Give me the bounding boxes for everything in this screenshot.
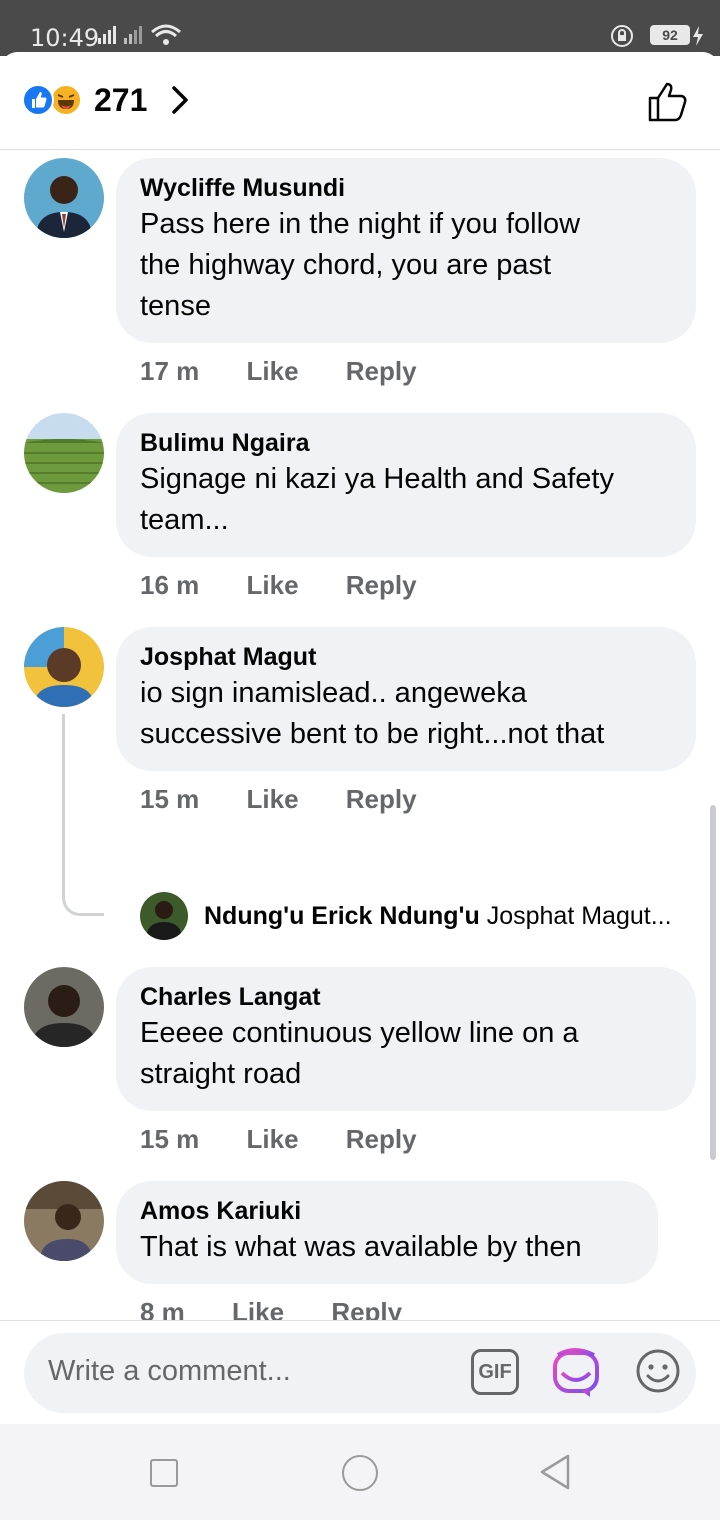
like-link[interactable]: Like (247, 1124, 299, 1154)
reactions-header[interactable]: 271 (0, 52, 720, 150)
like-button-icon[interactable] (646, 80, 690, 124)
comment-text: That is what was available by then (140, 1231, 582, 1263)
like-link[interactable]: Like (247, 570, 299, 600)
comment-bubble[interactable]: Amos Kariuki That is what was available … (116, 1181, 658, 1284)
comment-list[interactable]: Wycliffe Musundi Pass here in the night … (0, 150, 720, 1320)
battery-icon: 92 (650, 25, 690, 45)
comment-meta: 16 m Like Reply (140, 570, 457, 601)
signal-wifi-icon (98, 24, 181, 45)
comment-bubble[interactable]: Josphat Magut io sign inamislead.. angew… (116, 627, 696, 771)
reply-link[interactable]: Reply (346, 570, 417, 600)
comment-bubble[interactable]: Bulimu Ngaira Signage ni kazi ya Health … (116, 413, 696, 557)
avatar-sticker-icon[interactable] (552, 1347, 600, 1397)
comment-text: Pass here in the night if you follow the… (140, 208, 581, 322)
like-link[interactable]: Like (247, 356, 299, 386)
reply-preview[interactable]: Ndung'u Erick Ndung'u Josphat Magut... (140, 892, 710, 940)
comment-meta: 15 m Like Reply (140, 1124, 457, 1155)
comment-author[interactable]: Charles Langat (140, 981, 672, 1013)
system-nav-bar (0, 1424, 720, 1520)
comment-meta: 15 m Like Reply (140, 784, 457, 815)
comment-text: Eeeee continuous yellow line on a straig… (140, 1017, 579, 1090)
status-time: 10:49 (30, 24, 100, 52)
haha-reaction-icon (50, 84, 82, 116)
like-link[interactable]: Like (232, 1297, 284, 1320)
scrollbar[interactable] (710, 805, 716, 1160)
comment-time: 15 m (140, 1124, 200, 1154)
reply-link[interactable]: Reply (331, 1297, 402, 1320)
comment-text: Signage ni kazi ya Health and Safety tea… (140, 463, 614, 536)
reply-link[interactable]: Reply (346, 356, 417, 386)
avatar[interactable] (24, 158, 104, 238)
thread-line (62, 714, 104, 916)
reply-link[interactable]: Reply (346, 784, 417, 814)
charging-icon (693, 26, 703, 46)
comment-time: 16 m (140, 570, 200, 600)
comment-author[interactable]: Josphat Magut (140, 641, 672, 673)
comment-bubble[interactable]: Wycliffe Musundi Pass here in the night … (116, 158, 696, 343)
comment-time: 15 m (140, 784, 200, 814)
comment-text: io sign inamislead.. angeweka successive… (140, 677, 605, 750)
lock-icon (611, 25, 633, 47)
comment-bubble[interactable]: Charles Langat Eeeee continuous yellow l… (116, 967, 696, 1111)
comment-input[interactable]: Write a comment... GIF (24, 1333, 696, 1413)
comment-author[interactable]: Bulimu Ngaira (140, 427, 672, 459)
reply-preview-text: Ndung'u Erick Ndung'u Josphat Magut... (204, 902, 704, 931)
comment-composer: Write a comment... GIF (0, 1320, 720, 1424)
comments-sheet: 271 Wycliffe Musundi Pass here in the ni… (0, 52, 720, 1520)
reply-author[interactable]: Ndung'u Erick Ndung'u (204, 902, 480, 930)
comment-meta: 17 m Like Reply (140, 356, 457, 387)
comment-meta: 8 m Like Reply (140, 1297, 442, 1320)
home-button[interactable] (342, 1455, 378, 1491)
emoji-icon[interactable] (634, 1347, 682, 1395)
status-bar: 10:49 92 (0, 0, 720, 56)
avatar[interactable] (24, 413, 104, 493)
like-reaction-icon (22, 84, 54, 116)
avatar[interactable] (140, 892, 188, 940)
avatar[interactable] (24, 1181, 104, 1261)
comment-time: 17 m (140, 356, 200, 386)
gif-button[interactable]: GIF (471, 1349, 519, 1395)
comment-author[interactable]: Amos Kariuki (140, 1195, 634, 1227)
recents-button[interactable] (150, 1459, 178, 1487)
reply-snippet: Josphat Magut... (486, 902, 672, 930)
like-link[interactable]: Like (247, 784, 299, 814)
comment-time: 8 m (140, 1297, 185, 1320)
reply-link[interactable]: Reply (346, 1124, 417, 1154)
reaction-count[interactable]: 271 (94, 82, 147, 119)
comment-author[interactable]: Wycliffe Musundi (140, 172, 672, 204)
avatar[interactable] (24, 627, 104, 707)
back-button[interactable] (538, 1452, 572, 1492)
comment-placeholder: Write a comment... (48, 1355, 291, 1387)
chevron-right-icon[interactable] (166, 82, 194, 118)
avatar[interactable] (24, 967, 104, 1047)
